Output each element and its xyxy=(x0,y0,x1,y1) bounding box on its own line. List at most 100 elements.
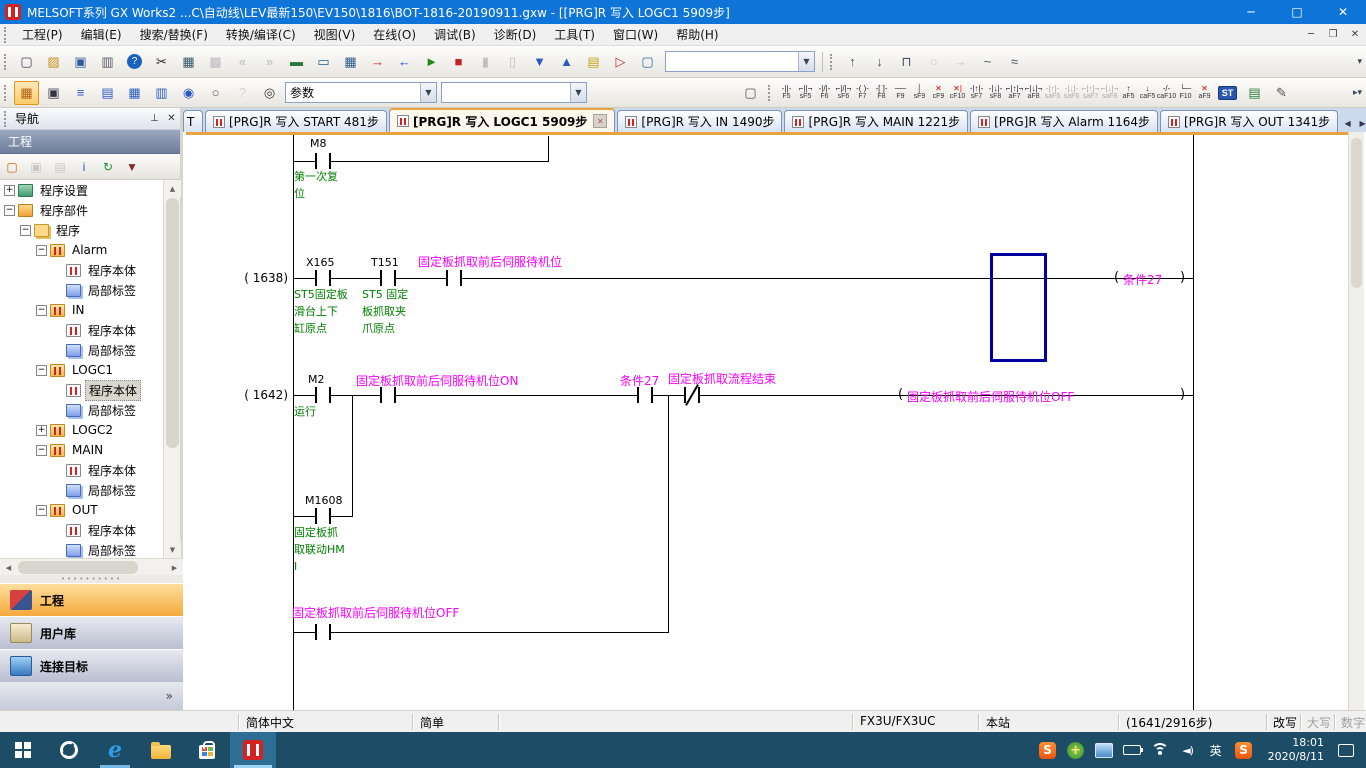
menu-edit[interactable]: 编辑(E) xyxy=(72,24,131,45)
toolbar2-overflow-icon[interactable]: ▸▾ xyxy=(1353,88,1362,98)
tree-horizontal-scrollbar[interactable]: ◀ ▶ xyxy=(0,558,183,575)
sf5-parallel-open-contact[interactable]: ⌐||¬sF5 xyxy=(796,80,815,106)
f5-open-contact[interactable]: -||-F5 xyxy=(777,80,796,106)
chart-2-button[interactable]: ≈ xyxy=(1002,50,1027,74)
tree-item-in-program-body[interactable]: 程序本体 xyxy=(0,320,165,340)
tree-item-main-local-label[interactable]: 局部标签 xyxy=(0,480,165,500)
device-test2-button[interactable]: ▲ xyxy=(554,50,579,74)
sogou-input-icon[interactable]: S xyxy=(1034,732,1062,768)
menu-find-replace[interactable]: 搜索/替换(F) xyxy=(131,24,217,45)
value-combo-dropdown-icon[interactable]: ▼ xyxy=(570,83,586,102)
tab-main[interactable]: [PRG]R 写入 MAIN 1221步 ✕ xyxy=(784,110,968,132)
panel-splitter[interactable]: •••••••••• xyxy=(0,575,183,583)
ime-indicator[interactable]: 英 xyxy=(1202,732,1230,768)
ladder-editor[interactable]: M8 第一次复位 ( 1638) X165 T151 固定板抓取前后伺服待机位 … xyxy=(186,132,1348,710)
search-app-button[interactable] xyxy=(46,732,92,768)
tree-item-alarm-local-label[interactable]: 局部标签 xyxy=(0,280,165,300)
contact-servo-standby-on[interactable] xyxy=(380,387,396,403)
tree-toggle-icon[interactable]: + xyxy=(36,425,47,436)
edge-button[interactable]: e xyxy=(92,732,138,768)
coil-servo-standby-off[interactable]: 固定板抓取前后伺服待机位OFF xyxy=(907,388,1074,405)
device-chip-button[interactable]: ▣ xyxy=(41,81,66,105)
paste-button[interactable]: ▩ xyxy=(203,50,228,74)
statement-edit-button[interactable]: ▤ xyxy=(581,50,606,74)
menu-debug[interactable]: 调试(B) xyxy=(425,24,485,45)
microsoft-store-button[interactable] xyxy=(184,732,230,768)
caf5-invert-falling[interactable]: ↓caF5 xyxy=(1138,80,1157,106)
navigation-close-icon[interactable]: ✕ xyxy=(163,110,180,127)
tree-item-in-local-label[interactable]: 局部标签 xyxy=(0,340,165,360)
f8-application-instruction[interactable]: -[ ]-F8 xyxy=(872,80,891,106)
tree-item-pou-in[interactable]: − IN xyxy=(0,300,165,320)
device-batch-monitor-button[interactable]: ▦ xyxy=(338,50,363,74)
tab-alarm[interactable]: [PRG]R 写入 Alarm 1164步 ✕ xyxy=(970,110,1158,132)
cf9-delete-horizontal-line[interactable]: ✕cF9 xyxy=(929,80,948,106)
find-device-button[interactable]: ○ xyxy=(203,81,228,105)
scroll-left-icon[interactable]: ◀ xyxy=(0,559,17,576)
list-view-button[interactable]: ≡ xyxy=(68,81,93,105)
device-combo[interactable]: 参数 ▼ xyxy=(285,82,437,103)
contact-m1608[interactable] xyxy=(315,508,331,524)
tab-start[interactable]: [PRG]R 写入 START 481步 ✕ xyxy=(205,110,387,132)
note-edit-button[interactable]: ▷ xyxy=(608,50,633,74)
volume-icon[interactable]: ◄) xyxy=(1174,732,1202,768)
write-to-plc-button[interactable]: → xyxy=(365,50,390,74)
tab-in[interactable]: [PRG]R 写入 IN 1490步 ✕ xyxy=(617,110,782,132)
scroll-down-icon[interactable]: ▼ xyxy=(164,541,181,558)
sidebar-button-project[interactable]: 工程 xyxy=(0,583,183,617)
new-project-button[interactable]: ▢ xyxy=(14,50,39,74)
cf10-delete-vertical-line[interactable]: ✕|cF10 xyxy=(948,80,967,106)
saf5-rising-pulse-close[interactable]: -|↑|-saF5 xyxy=(1043,80,1062,106)
chart-1-button[interactable]: ~ xyxy=(975,50,1000,74)
contact-t151[interactable] xyxy=(380,270,396,286)
navigation-window-button[interactable]: ▦ xyxy=(14,81,39,105)
toolbar2-grip[interactable] xyxy=(4,85,9,101)
saf6-falling-pulse-close[interactable]: -|↓|-saF6 xyxy=(1062,80,1081,106)
caf10-invert-result[interactable]: -/-caF10 xyxy=(1157,80,1176,106)
save-project-button[interactable]: ▣ xyxy=(68,50,93,74)
saf8-parallel-falling-close[interactable]: ⌐|↓|¬saF8 xyxy=(1100,80,1119,106)
coil-condition27[interactable]: 条件27 xyxy=(1123,271,1162,288)
tree-item-program-setting[interactable]: + 程序设置 xyxy=(0,180,165,200)
nav-copy-button[interactable]: ▣ xyxy=(25,156,47,178)
trace-search-button[interactable]: ○ xyxy=(921,50,946,74)
nav-info-button[interactable]: i xyxy=(73,156,95,178)
menu-window[interactable]: 窗口(W) xyxy=(604,24,667,45)
find-combo-dropdown-icon[interactable]: ▼ xyxy=(798,52,814,71)
sf6-parallel-closed-contact[interactable]: ⌐|/|¬sF6 xyxy=(834,80,853,106)
pulse-trace-button[interactable]: ⊓ xyxy=(894,50,919,74)
saf7-parallel-rising-close[interactable]: ⌐|↑|¬saF7 xyxy=(1081,80,1100,106)
tree-item-pou-alarm[interactable]: − Alarm xyxy=(0,240,165,260)
tree-toggle-icon[interactable]: − xyxy=(36,505,47,516)
device-combo-dropdown-icon[interactable]: ▼ xyxy=(420,83,436,102)
ladder-symbols-grip[interactable] xyxy=(768,85,773,101)
tree-toggle-icon[interactable]: − xyxy=(36,365,47,376)
minimize-button[interactable]: ─ xyxy=(1228,0,1274,24)
af9-delete-line[interactable]: ✕aF9 xyxy=(1195,80,1214,106)
editor-vertical-scrollbar[interactable] xyxy=(1348,132,1364,710)
menu-tools[interactable]: 工具(T) xyxy=(545,24,604,45)
find-combo[interactable]: ▼ xyxy=(665,51,815,72)
toolbar1-overflow-icon[interactable]: ▾ xyxy=(1357,57,1362,67)
scroll-up-icon[interactable]: ▲ xyxy=(164,180,181,197)
tree-toggle-icon[interactable]: − xyxy=(20,225,31,236)
power-icon[interactable] xyxy=(1118,732,1146,768)
tree-item-pou-out[interactable]: − OUT xyxy=(0,500,165,520)
f10-draw-line[interactable]: └─F10 xyxy=(1176,80,1195,106)
sogou-tray-icon[interactable]: S xyxy=(1230,732,1258,768)
tree-item-pou-logc1[interactable]: − LOGC1 xyxy=(0,360,165,380)
cut-button[interactable]: ✂ xyxy=(149,50,174,74)
contact-servo-standby-off[interactable] xyxy=(315,624,331,640)
menu-convert-compile[interactable]: 转换/编译(C) xyxy=(217,24,305,45)
maximize-button[interactable]: □ xyxy=(1274,0,1320,24)
device-find-button[interactable]: ▤ xyxy=(95,81,120,105)
open-project-button[interactable]: ▨ xyxy=(41,50,66,74)
menu-online[interactable]: 在线(O) xyxy=(364,24,425,45)
contact-m8[interactable] xyxy=(315,153,331,169)
tree-item-logc1-program-body[interactable]: 程序本体 xyxy=(0,380,165,400)
tree-item-program[interactable]: − 程序 xyxy=(0,220,165,240)
file-explorer-button[interactable] xyxy=(138,732,184,768)
tab-scroll-right-icon[interactable]: ▶ xyxy=(1355,114,1366,132)
af8-parallel-falling-pulse[interactable]: ⌐|↓|¬aF8 xyxy=(1024,80,1043,106)
start-button[interactable] xyxy=(0,732,46,768)
